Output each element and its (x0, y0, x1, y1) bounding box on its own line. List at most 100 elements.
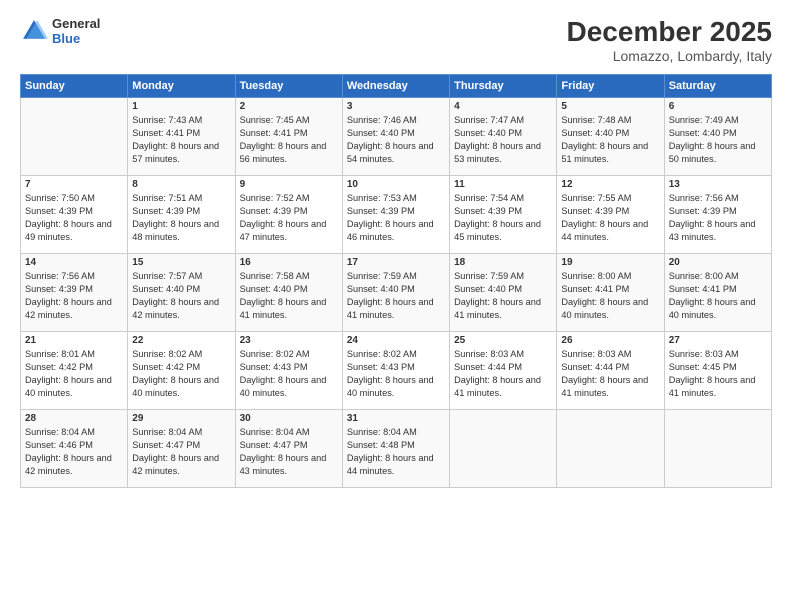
day-cell: 19 Sunrise: 8:00 AM Sunset: 4:41 PM Dayl… (557, 254, 664, 332)
day-number: 24 (347, 335, 445, 346)
logo-text: General Blue (52, 16, 100, 46)
sunset-text: Sunset: 4:42 PM (25, 362, 93, 372)
week-row-2: 7 Sunrise: 7:50 AM Sunset: 4:39 PM Dayli… (21, 176, 772, 254)
day-cell (21, 98, 128, 176)
day-number: 11 (454, 179, 552, 190)
day-cell: 31 Sunrise: 8:04 AM Sunset: 4:48 PM Dayl… (342, 410, 449, 488)
day-cell: 27 Sunrise: 8:03 AM Sunset: 4:45 PM Dayl… (664, 332, 771, 410)
sunset-text: Sunset: 4:46 PM (25, 440, 93, 450)
day-number: 12 (561, 179, 659, 190)
day-number: 7 (25, 179, 123, 190)
day-number: 4 (454, 101, 552, 112)
sunset-text: Sunset: 4:39 PM (240, 206, 308, 216)
sunset-text: Sunset: 4:48 PM (347, 440, 415, 450)
sunrise-text: Sunrise: 8:03 AM (669, 349, 739, 359)
day-cell: 13 Sunrise: 7:56 AM Sunset: 4:39 PM Dayl… (664, 176, 771, 254)
sunrise-text: Sunrise: 8:02 AM (132, 349, 202, 359)
day-number: 27 (669, 335, 767, 346)
sunrise-text: Sunrise: 7:49 AM (669, 115, 739, 125)
day-cell: 26 Sunrise: 8:03 AM Sunset: 4:44 PM Dayl… (557, 332, 664, 410)
week-row-4: 21 Sunrise: 8:01 AM Sunset: 4:42 PM Dayl… (21, 332, 772, 410)
title-block: December 2025 Lomazzo, Lombardy, Italy (567, 16, 772, 64)
day-cell: 25 Sunrise: 8:03 AM Sunset: 4:44 PM Dayl… (450, 332, 557, 410)
sunrise-text: Sunrise: 8:04 AM (132, 427, 202, 437)
day-number: 1 (132, 101, 230, 112)
sunrise-text: Sunrise: 8:02 AM (347, 349, 417, 359)
day-cell: 22 Sunrise: 8:02 AM Sunset: 4:42 PM Dayl… (128, 332, 235, 410)
daylight-text: Daylight: 8 hours and 41 minutes. (240, 297, 327, 320)
col-tuesday: Tuesday (235, 75, 342, 98)
day-cell: 5 Sunrise: 7:48 AM Sunset: 4:40 PM Dayli… (557, 98, 664, 176)
sunset-text: Sunset: 4:40 PM (347, 284, 415, 294)
calendar-title: December 2025 (567, 16, 772, 48)
sunset-text: Sunset: 4:39 PM (561, 206, 629, 216)
day-cell (450, 410, 557, 488)
sunset-text: Sunset: 4:39 PM (669, 206, 737, 216)
sunset-text: Sunset: 4:39 PM (25, 284, 93, 294)
sunrise-text: Sunrise: 7:54 AM (454, 193, 524, 203)
day-cell: 24 Sunrise: 8:02 AM Sunset: 4:43 PM Dayl… (342, 332, 449, 410)
col-wednesday: Wednesday (342, 75, 449, 98)
sunset-text: Sunset: 4:44 PM (454, 362, 522, 372)
sunrise-text: Sunrise: 7:59 AM (454, 271, 524, 281)
day-cell: 29 Sunrise: 8:04 AM Sunset: 4:47 PM Dayl… (128, 410, 235, 488)
sunset-text: Sunset: 4:42 PM (132, 362, 200, 372)
day-cell: 4 Sunrise: 7:47 AM Sunset: 4:40 PM Dayli… (450, 98, 557, 176)
day-number: 10 (347, 179, 445, 190)
day-number: 9 (240, 179, 338, 190)
day-number: 13 (669, 179, 767, 190)
daylight-text: Daylight: 8 hours and 43 minutes. (669, 219, 756, 242)
sunset-text: Sunset: 4:41 PM (561, 284, 629, 294)
sunset-text: Sunset: 4:47 PM (132, 440, 200, 450)
day-number: 3 (347, 101, 445, 112)
daylight-text: Daylight: 8 hours and 47 minutes. (240, 219, 327, 242)
day-cell: 16 Sunrise: 7:58 AM Sunset: 4:40 PM Dayl… (235, 254, 342, 332)
daylight-text: Daylight: 8 hours and 40 minutes. (240, 375, 327, 398)
day-cell: 1 Sunrise: 7:43 AM Sunset: 4:41 PM Dayli… (128, 98, 235, 176)
sunset-text: Sunset: 4:39 PM (454, 206, 522, 216)
day-cell: 12 Sunrise: 7:55 AM Sunset: 4:39 PM Dayl… (557, 176, 664, 254)
col-thursday: Thursday (450, 75, 557, 98)
daylight-text: Daylight: 8 hours and 42 minutes. (25, 297, 112, 320)
day-number: 18 (454, 257, 552, 268)
day-number: 17 (347, 257, 445, 268)
sunrise-text: Sunrise: 7:48 AM (561, 115, 631, 125)
daylight-text: Daylight: 8 hours and 50 minutes. (669, 141, 756, 164)
daylight-text: Daylight: 8 hours and 44 minutes. (347, 453, 434, 476)
week-row-5: 28 Sunrise: 8:04 AM Sunset: 4:46 PM Dayl… (21, 410, 772, 488)
daylight-text: Daylight: 8 hours and 41 minutes. (669, 375, 756, 398)
sunrise-text: Sunrise: 8:03 AM (561, 349, 631, 359)
daylight-text: Daylight: 8 hours and 40 minutes. (347, 375, 434, 398)
day-cell: 14 Sunrise: 7:56 AM Sunset: 4:39 PM Dayl… (21, 254, 128, 332)
sunrise-text: Sunrise: 7:55 AM (561, 193, 631, 203)
sunrise-text: Sunrise: 7:45 AM (240, 115, 310, 125)
page: General Blue December 2025 Lomazzo, Lomb… (0, 0, 792, 612)
sunset-text: Sunset: 4:43 PM (240, 362, 308, 372)
day-number: 25 (454, 335, 552, 346)
day-number: 23 (240, 335, 338, 346)
sunrise-text: Sunrise: 7:50 AM (25, 193, 95, 203)
sunrise-text: Sunrise: 7:47 AM (454, 115, 524, 125)
daylight-text: Daylight: 8 hours and 42 minutes. (132, 453, 219, 476)
day-number: 28 (25, 413, 123, 424)
sunset-text: Sunset: 4:40 PM (132, 284, 200, 294)
day-number: 30 (240, 413, 338, 424)
day-number: 6 (669, 101, 767, 112)
daylight-text: Daylight: 8 hours and 57 minutes. (132, 141, 219, 164)
day-number: 2 (240, 101, 338, 112)
sunrise-text: Sunrise: 8:04 AM (240, 427, 310, 437)
calendar-subtitle: Lomazzo, Lombardy, Italy (567, 48, 772, 64)
day-cell: 18 Sunrise: 7:59 AM Sunset: 4:40 PM Dayl… (450, 254, 557, 332)
sunset-text: Sunset: 4:47 PM (240, 440, 308, 450)
day-cell: 7 Sunrise: 7:50 AM Sunset: 4:39 PM Dayli… (21, 176, 128, 254)
header-row: Sunday Monday Tuesday Wednesday Thursday… (21, 75, 772, 98)
day-cell: 8 Sunrise: 7:51 AM Sunset: 4:39 PM Dayli… (128, 176, 235, 254)
col-monday: Monday (128, 75, 235, 98)
week-row-3: 14 Sunrise: 7:56 AM Sunset: 4:39 PM Dayl… (21, 254, 772, 332)
day-cell: 2 Sunrise: 7:45 AM Sunset: 4:41 PM Dayli… (235, 98, 342, 176)
sunrise-text: Sunrise: 7:52 AM (240, 193, 310, 203)
daylight-text: Daylight: 8 hours and 45 minutes. (454, 219, 541, 242)
sunrise-text: Sunrise: 7:56 AM (25, 271, 95, 281)
daylight-text: Daylight: 8 hours and 48 minutes. (132, 219, 219, 242)
sunset-text: Sunset: 4:39 PM (347, 206, 415, 216)
